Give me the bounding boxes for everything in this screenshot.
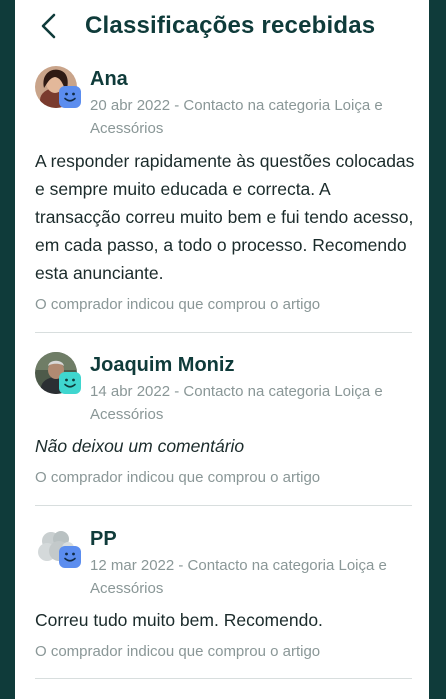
review-meta: 20 abr 2022 - Contacto na categoria Loiç…	[90, 97, 383, 137]
review-comment: Correu tudo muito bem. Recomendo.	[35, 610, 323, 630]
divider	[35, 678, 412, 679]
buyer-note: O comprador indicou que comprou o artigo	[35, 296, 321, 313]
reviews-screen: Classificações recebidas Ana 20 abr 2022…	[15, 0, 429, 699]
divider	[35, 505, 412, 506]
avatar[interactable]	[35, 352, 81, 396]
review-comment: A responder rapidamente às questões colo…	[35, 151, 415, 283]
page-title: Classificações recebidas	[85, 12, 376, 39]
reviewer-name[interactable]: Ana	[90, 68, 128, 91]
avatar[interactable]	[35, 66, 81, 110]
buyer-note: O comprador indicou que comprou o artigo	[35, 469, 321, 486]
reviewer-name[interactable]: Joaquim Moniz	[90, 354, 234, 377]
back-button[interactable]	[37, 12, 61, 40]
review-comment: Não deixou um comentário	[35, 436, 245, 456]
divider	[35, 332, 412, 333]
smile-badge-icon	[59, 546, 81, 568]
review-meta: 12 mar 2022 - Contacto na categoria Loiç…	[90, 557, 387, 597]
app-header: Classificações recebidas	[15, 0, 429, 52]
avatar[interactable]	[35, 526, 81, 570]
smile-badge-icon	[59, 86, 81, 108]
chevron-left-icon	[41, 13, 56, 39]
buyer-note: O comprador indicou que comprou o artigo	[35, 643, 321, 660]
reviewer-name[interactable]: PP	[90, 528, 117, 551]
review-meta: 14 abr 2022 - Contacto na categoria Loiç…	[90, 383, 383, 423]
smile-badge-icon	[59, 372, 81, 394]
